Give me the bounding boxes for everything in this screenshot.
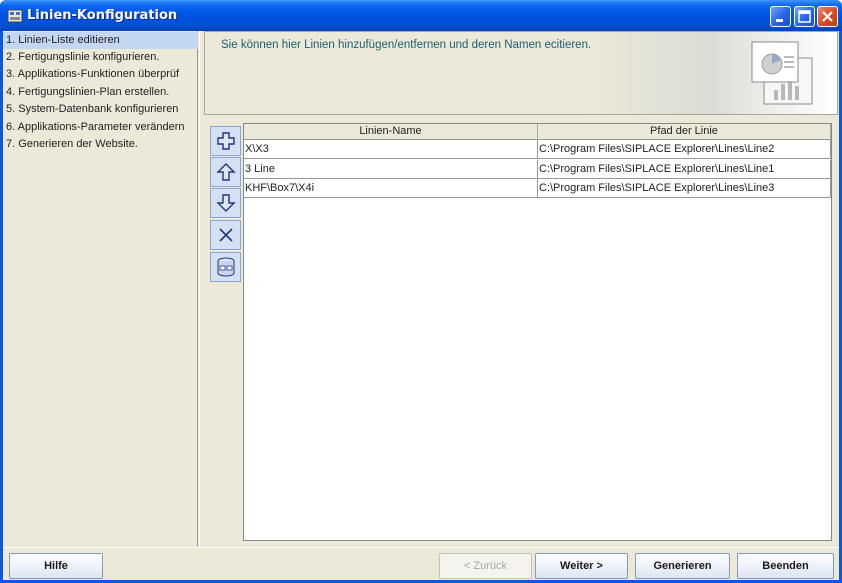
arrow-down-icon <box>215 194 236 212</box>
database-icon <box>217 257 234 277</box>
help-button[interactable]: Hilfe <box>9 553 103 579</box>
minimize-button[interactable] <box>770 6 791 27</box>
table-row[interactable]: KHF\Box7\X4i C:\Program Files\SIPLACE Ex… <box>244 179 831 198</box>
plus-icon <box>216 132 235 150</box>
split-divider[interactable] <box>199 31 203 547</box>
next-button[interactable]: Weiter > <box>535 553 628 579</box>
table-header: Linien-Name Pfad der Linie <box>244 124 831 140</box>
close-button[interactable] <box>817 6 838 27</box>
nav-item-generate-website[interactable]: 7. Generieren der Website. <box>3 136 198 153</box>
nav-item-change-parameters[interactable]: 6. Applikations-Parameter verändern <box>3 119 198 136</box>
arrow-up-icon <box>215 163 236 181</box>
line-path-cell[interactable]: C:\Program Files\SIPLACE Explorer\Lines\… <box>538 179 831 198</box>
x-icon <box>218 228 233 242</box>
column-header-line-name[interactable]: Linien-Name <box>244 124 538 140</box>
table-row[interactable]: X\X3 C:\Program Files\SIPLACE Explorer\L… <box>244 140 831 159</box>
line-name-cell[interactable]: X\X3 <box>244 140 538 159</box>
exit-button[interactable]: Beenden <box>737 553 834 579</box>
generate-button[interactable]: Generieren <box>635 553 730 579</box>
title-bar[interactable]: Linien-Konfiguration <box>0 0 842 31</box>
move-up-button[interactable] <box>210 157 241 187</box>
info-header: Sie können hier Linien hinzufügen/entfer… <box>204 31 838 115</box>
database-button[interactable] <box>210 252 241 282</box>
line-path-cell[interactable]: C:\Program Files\SIPLACE Explorer\Lines\… <box>538 160 831 179</box>
app-icon <box>7 9 23 23</box>
remove-line-button[interactable] <box>210 220 241 250</box>
maximize-button[interactable] <box>794 6 815 27</box>
move-down-button[interactable] <box>210 188 241 218</box>
info-text: Sie können hier Linien hinzufügen/entfer… <box>221 39 592 51</box>
lines-table: Linien-Name Pfad der Linie X\X3 C:\Progr… <box>243 123 832 541</box>
nav-item-check-functions[interactable]: 3. Applikations-Funktionen überprüf <box>3 66 198 83</box>
line-name-cell[interactable]: KHF\Box7\X4i <box>244 179 538 198</box>
close-icon <box>822 11 833 22</box>
minimize-icon <box>776 19 783 22</box>
nav-item-configure-line[interactable]: 2. Fertigungslinie konfigurieren. <box>3 49 198 66</box>
add-line-button[interactable] <box>210 126 241 156</box>
table-row[interactable]: 3 Line C:\Program Files\SIPLACE Explorer… <box>244 160 831 179</box>
back-button[interactable]: < Zurück <box>439 553 532 579</box>
application-window: Linien-Konfiguration 1. Linien-Liste edi… <box>0 0 842 583</box>
maximize-icon <box>798 10 811 23</box>
nav-item-create-plan[interactable]: 4. Fertigungslinien-Plan erstellen. <box>3 84 198 101</box>
nav-item-configure-database[interactable]: 5. System-Datenbank konfigurieren <box>3 101 198 118</box>
document-chart-icon <box>751 41 813 105</box>
line-path-cell[interactable]: C:\Program Files\SIPLACE Explorer\Lines\… <box>538 140 831 159</box>
button-bar: Hilfe < Zurück Weiter > Generieren Beend… <box>3 547 839 580</box>
line-name-cell[interactable]: 3 Line <box>244 160 538 179</box>
column-header-line-path[interactable]: Pfad der Linie <box>538 124 831 140</box>
dialog-client-area: 1. Linien-Liste editieren 2. Fertigungsl… <box>3 31 839 580</box>
step-navigation: 1. Linien-Liste editieren 2. Fertigungsl… <box>3 31 198 547</box>
window-title: Linien-Konfiguration <box>27 8 178 23</box>
main-panel: Sie können hier Linien hinzufügen/entfer… <box>204 31 839 547</box>
nav-item-edit-lines[interactable]: 1. Linien-Liste editieren <box>3 32 198 49</box>
